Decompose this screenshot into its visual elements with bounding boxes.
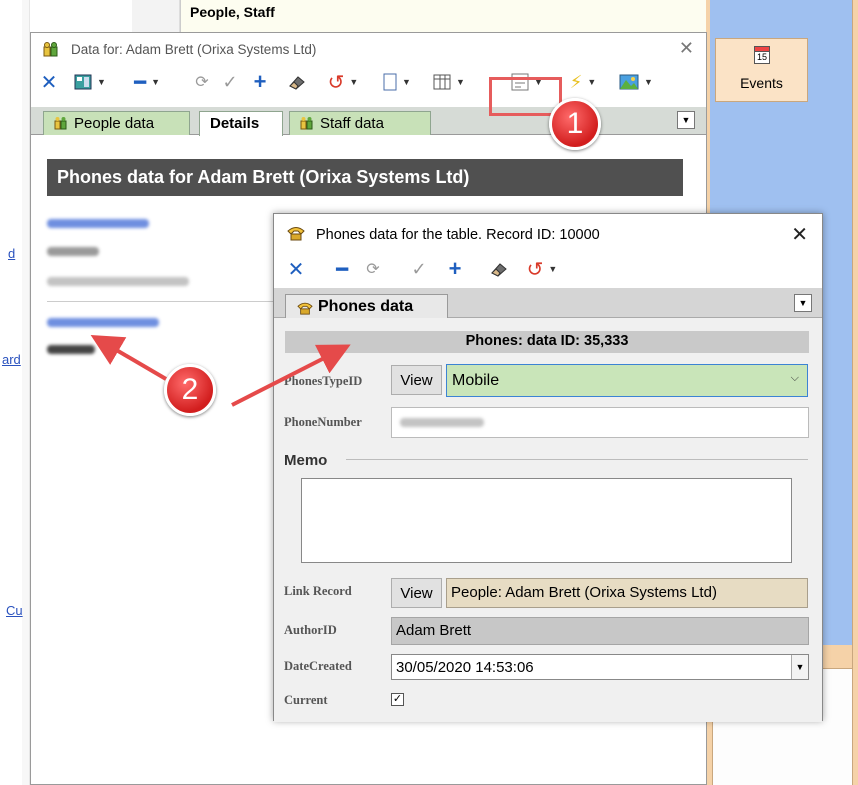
annotation-arrows (90, 334, 351, 407)
arrow-to-phones-window (231, 344, 351, 407)
arrow-to-phone-row (90, 334, 168, 381)
